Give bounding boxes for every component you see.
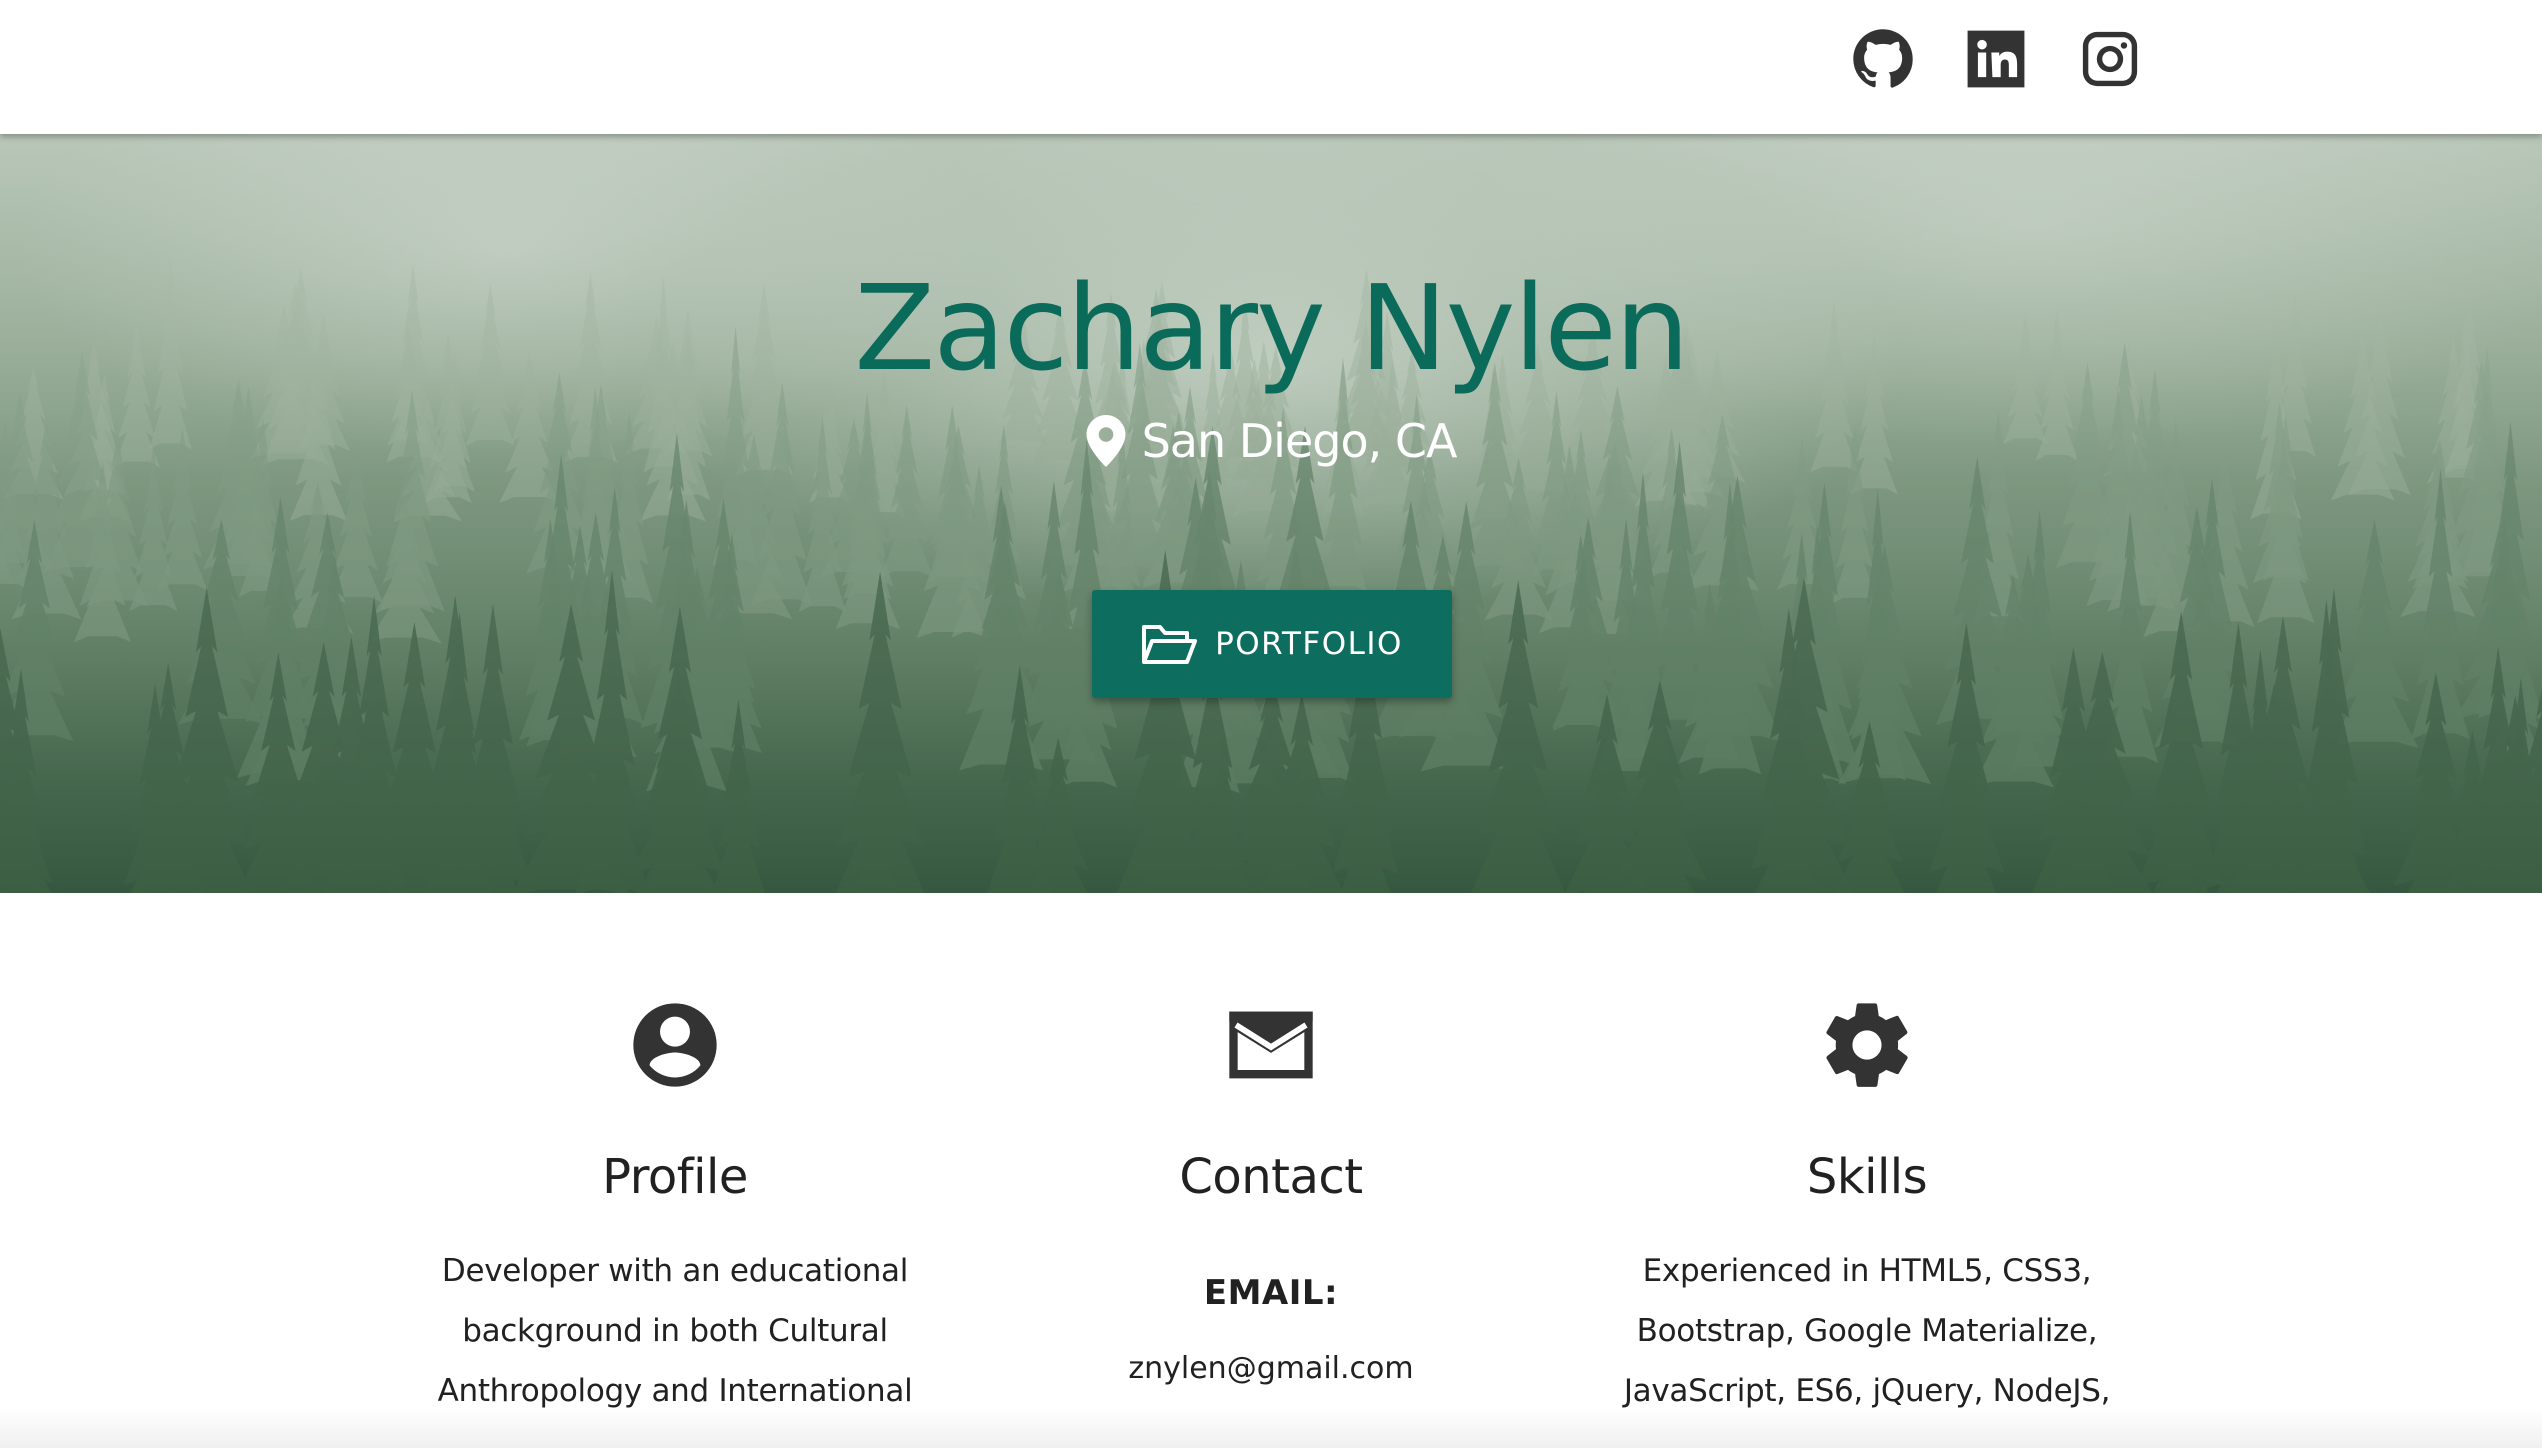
contact-section: Contact EMAIL: znylen@gmail.com [971, 995, 1571, 1386]
profile-section: Profile Developer with an educational ba… [375, 995, 975, 1421]
github-link[interactable] [1850, 26, 1916, 92]
profile-title: Profile [602, 1149, 748, 1205]
bottom-fade [0, 1408, 2542, 1448]
folder-open-icon [1142, 625, 1198, 664]
forest-background-image [0, 134, 2542, 893]
skills-section: Skills Experienced in HTML5, CSS3, Boots… [1567, 995, 2167, 1421]
location-text: San Diego, CA [1141, 414, 1458, 468]
instagram-link[interactable] [2077, 26, 2143, 92]
account-circle-icon [625, 995, 725, 1095]
github-icon [1853, 29, 1913, 88]
contact-title: Contact [1179, 1149, 1363, 1205]
instagram-icon [2082, 31, 2138, 87]
hero-location: San Diego, CA [0, 414, 2542, 468]
mail-icon [1221, 995, 1321, 1095]
linkedin-icon [1967, 30, 2025, 88]
profile-text: Developer with an educational background… [437, 1253, 913, 1409]
hero-name-heading: Zachary Nylen [854, 259, 1689, 397]
map-pin-icon [1086, 415, 1126, 467]
portfolio-button[interactable]: PORTFOLIO [1092, 590, 1452, 698]
email-label: EMAIL: [1203, 1273, 1339, 1313]
email-address[interactable]: znylen@gmail.com [971, 1351, 1571, 1386]
gear-icon [1817, 995, 1917, 1095]
hero-banner: Zachary Nylen San Diego, CA PORTFOLIO [0, 134, 2542, 893]
skills-text: Experienced in HTML5, CSS3, Bootstrap, G… [1623, 1253, 2111, 1409]
linkedin-link[interactable] [1963, 26, 2029, 92]
top-navbar [0, 0, 2542, 134]
skills-title: Skills [1806, 1149, 1928, 1205]
portfolio-button-label: PORTFOLIO [1215, 626, 1403, 662]
